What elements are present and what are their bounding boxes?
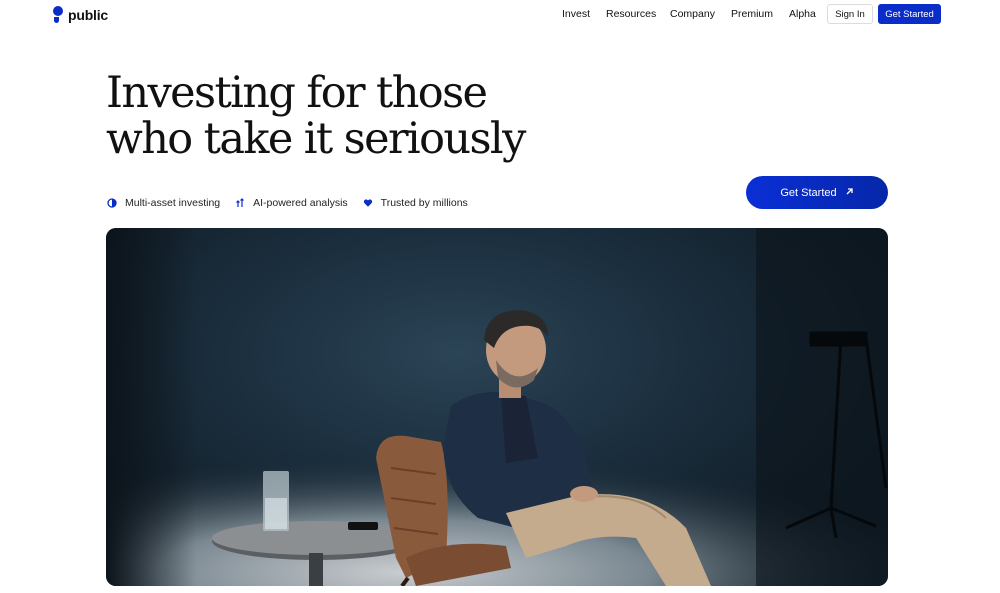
half-circle-icon xyxy=(106,197,118,209)
nav-alpha[interactable]: Alpha xyxy=(789,8,816,20)
logo-text: public xyxy=(68,7,109,23)
feature-trusted: Trusted by millions xyxy=(362,197,468,209)
headline-line-1: Investing for those xyxy=(106,68,488,118)
feature-label: Multi-asset investing xyxy=(125,197,221,209)
feature-list: Multi-asset investing AI-powered analysi… xyxy=(106,195,482,211)
nav-premium[interactable]: Premium xyxy=(731,8,773,20)
logo-mark-icon xyxy=(53,6,63,24)
hero-headline: Investing for those who take it seriousl… xyxy=(106,70,566,162)
trend-arrows-icon xyxy=(234,197,246,209)
feature-multi-asset: Multi-asset investing xyxy=(106,197,220,209)
feature-ai-analysis: AI-powered analysis xyxy=(234,197,348,209)
arrow-up-right-icon xyxy=(845,187,854,199)
sign-in-button[interactable]: Sign In xyxy=(827,4,873,24)
nav-invest[interactable]: Invest xyxy=(562,8,590,20)
cta-label: Get Started xyxy=(780,186,837,199)
hero-photo-illustration xyxy=(106,228,888,586)
heart-icon xyxy=(362,197,374,209)
feature-label: AI-powered analysis xyxy=(253,197,348,209)
headline-line-2: who take it seriously xyxy=(106,114,526,164)
hero-get-started-button[interactable]: Get Started xyxy=(746,176,888,209)
header-get-started-button[interactable]: Get Started xyxy=(878,4,941,24)
nav-company[interactable]: Company xyxy=(670,8,715,20)
hero-photo xyxy=(106,228,888,586)
public-logo[interactable]: public xyxy=(53,5,108,25)
top-navigation-bar: public Invest Resources Company Premium … xyxy=(0,0,1000,30)
landing-page: public Invest Resources Company Premium … xyxy=(0,0,1000,593)
nav-resources[interactable]: Resources xyxy=(606,8,656,20)
feature-label: Trusted by millions xyxy=(380,197,468,209)
